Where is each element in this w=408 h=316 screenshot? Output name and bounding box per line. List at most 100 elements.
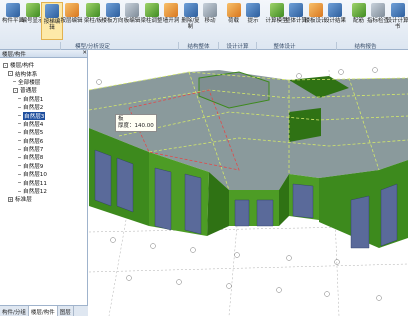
tree-item[interactable]: 自然层1 (0, 95, 87, 103)
element-tooltip: 板 厚度：140.00 (115, 114, 157, 132)
ribbon-group-label: 整体设计 (256, 42, 312, 50)
tree-item[interactable]: - 普通层 (0, 86, 87, 94)
tree-item-label: 自然层1 (23, 96, 44, 103)
copy-icon (183, 3, 198, 17)
ribbon-button-label: 梁柱/板 (83, 18, 103, 24)
move-button[interactable]: 移动 (199, 2, 221, 40)
tree-item[interactable]: 自然层2 (0, 103, 87, 111)
move-icon (203, 3, 217, 17)
tree-item[interactable]: 自然层12 (0, 187, 87, 195)
tooltip-title: 板 (118, 116, 124, 122)
result-button[interactable]: 设计结果 (324, 2, 346, 40)
report-icon (390, 3, 405, 17)
ribbon-button-label: 提示 (247, 18, 259, 24)
stair-opening (289, 108, 321, 142)
3d-building-model (89, 67, 408, 316)
expand-icon[interactable]: + (8, 196, 13, 202)
panel-header: 楼层/构件 ✕ (0, 50, 87, 58)
collapse-icon[interactable]: - (8, 71, 13, 77)
layer-edit-button[interactable]: 按层编辑 (61, 2, 83, 40)
tree-item-label: 自然层11 (23, 180, 47, 187)
opening-icon (164, 3, 178, 17)
slab-design-icon (308, 3, 323, 17)
tree-item[interactable]: 自然层4 (0, 120, 87, 128)
slab-edit-icon (125, 3, 139, 17)
tree-item[interactable]: 自然层10 (0, 170, 87, 178)
tree-item[interactable]: 全部楼层 (0, 78, 87, 86)
column-icon (144, 3, 159, 17)
tree-connector (18, 182, 21, 184)
tree-item[interactable]: 自然层3 (0, 111, 87, 120)
tree-item-label: 自然层3 (23, 111, 46, 120)
ribbon-button-label: 设计结果 (324, 18, 347, 24)
tree-item-label: 自然层5 (23, 130, 44, 137)
panel-tab[interactable]: 楼层/构件 (28, 306, 58, 316)
panel-tabs: 构件/分组 楼层/构件 图层 (0, 305, 88, 316)
ribbon-group-label: 模型/分析设定 (60, 42, 124, 50)
ribbon-button-label: 删除/复制 (181, 18, 200, 30)
tree-connector (18, 115, 21, 117)
tree-item[interactable]: + 标准层 (0, 195, 87, 203)
tree-connector (18, 131, 21, 133)
ribbon-button-label: 墙开洞 (162, 18, 180, 24)
tree-item[interactable]: - 结构体系 (0, 69, 87, 78)
ribbon-button-label: 移动 (204, 18, 216, 24)
tree-connector (18, 165, 21, 167)
hint-button[interactable]: 提示 (242, 2, 264, 40)
report-button[interactable]: 设计计算书 (387, 2, 408, 40)
tree-connector (18, 106, 21, 108)
collapse-icon[interactable]: - (13, 87, 18, 93)
ribbon-button-label: 荷载 (227, 18, 239, 24)
tree-item-label: 自然层9 (23, 163, 44, 170)
tree-item-label: 楼层/构件 (10, 63, 35, 70)
tree-item[interactable]: 自然层9 (0, 162, 87, 170)
tree-item[interactable]: 自然层6 (0, 137, 87, 145)
ribbon-button-label: 按层编辑 (60, 18, 83, 24)
panel-title: 楼层/构件 (2, 52, 26, 58)
layer-edit-icon (64, 3, 79, 17)
tree-connector (18, 140, 21, 142)
tree-item[interactable]: 自然层5 (0, 128, 87, 136)
tree-item[interactable]: 自然层11 (0, 178, 87, 187)
ribbon-button-label: 按梯编辑 (43, 19, 61, 31)
3d-model-viewport[interactable] (89, 50, 408, 316)
tree-item-label: 自然层7 (23, 147, 44, 154)
tree-connector (18, 148, 21, 150)
ribbon-group-label: 结构报告 (336, 42, 394, 50)
panel-tab[interactable]: 构件/分组 (0, 306, 29, 316)
slab-direction-icon (105, 3, 120, 17)
close-icon[interactable]: ✕ (82, 50, 87, 57)
tree-item[interactable]: 自然层8 (0, 153, 87, 161)
result-icon (328, 3, 342, 17)
tree-connector (18, 156, 21, 158)
tree-item-label: 自然层10 (23, 172, 47, 179)
tree-item-label: 自然层2 (23, 105, 44, 112)
tree-item-label: 普通层 (20, 88, 37, 95)
grid-icon (6, 3, 20, 17)
calc-icon (269, 3, 284, 17)
tree-connector (18, 123, 21, 125)
tree-connector (18, 98, 21, 100)
hint-icon (246, 3, 260, 17)
beam-icon (86, 3, 100, 17)
tree-item-label: 结构体系 (15, 71, 38, 78)
tooltip-thickness: 厚度：140.00 (118, 123, 154, 129)
ribbon-button-label: 板编辑 (123, 18, 141, 24)
layer-tree-panel: 楼层/构件 ✕ - 楼层/构件 - 结构体系 全部楼层 - 普通层 自然层1 自然层2 自然层3 自… (0, 50, 88, 316)
tree-item[interactable]: - 楼层/构件 (0, 61, 87, 69)
number-icon (25, 3, 40, 17)
tree-item-label: 标准层 (15, 197, 32, 204)
ribbon-toolbar: 构件平面 编号显示 按梯编辑 按层编辑 梁柱/板 楼板方向 板编辑 梁柱调整 墙开洞 删除/复制移… (0, 0, 408, 50)
panel-tab[interactable]: 图层 (58, 306, 74, 316)
tree-connector (18, 190, 21, 192)
tree-item-label: 自然层12 (23, 189, 47, 196)
ribbon-button-label: 配筋 (352, 18, 364, 24)
ribbon-group-label: 结构整体 (178, 42, 218, 50)
tree-item[interactable]: 自然层7 (0, 145, 87, 153)
tree-item-label: 全部楼层 (18, 79, 41, 86)
rebar-icon (351, 3, 366, 17)
collapse-icon[interactable]: - (3, 62, 8, 68)
stair-icon (45, 4, 59, 18)
tree-item-label: 自然层4 (23, 121, 44, 128)
compute-icon (289, 3, 303, 17)
